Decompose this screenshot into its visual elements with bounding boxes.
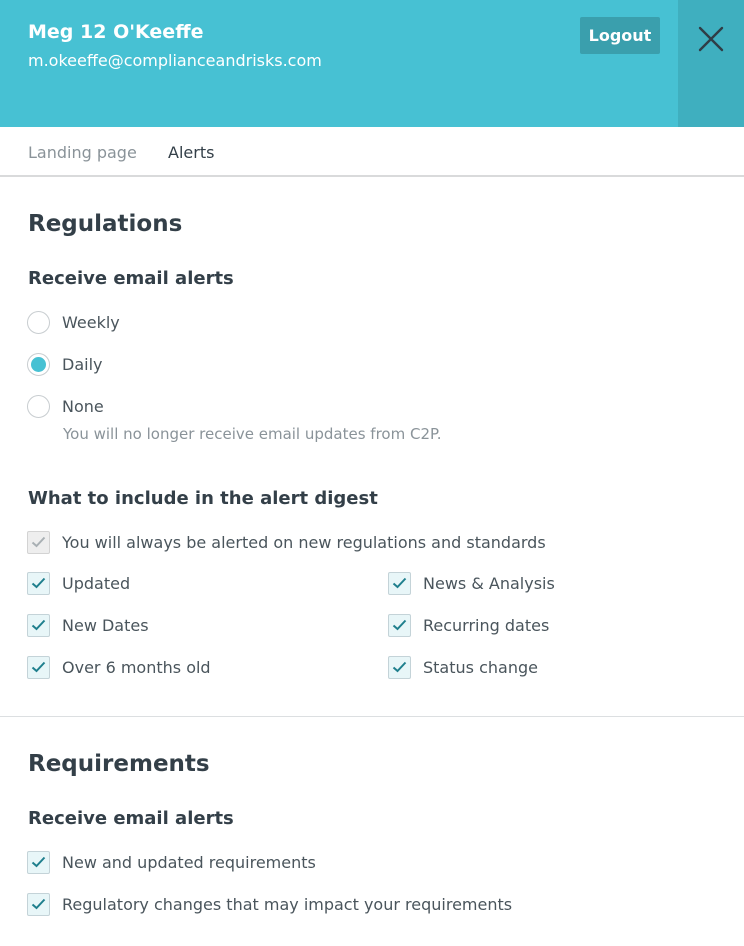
radio-daily-label: Daily bbox=[62, 354, 103, 374]
check-icon bbox=[392, 661, 407, 673]
checkbox-new-updated-requirements[interactable]: New and updated requirements bbox=[27, 850, 316, 874]
requirements-email-alerts-heading: Receive email alerts bbox=[28, 808, 234, 829]
checkbox-regulatory-changes-label: Regulatory changes that may impact your … bbox=[62, 894, 513, 914]
checkbox-updated-control[interactable] bbox=[27, 571, 50, 595]
checkbox-always-alerted-control bbox=[27, 530, 50, 554]
checkbox-over-6-months-label: Over 6 months old bbox=[62, 657, 211, 677]
radio-none-control[interactable] bbox=[27, 394, 50, 418]
checkbox-new-dates-label: New Dates bbox=[62, 615, 149, 635]
user-name: Meg 12 O'Keeffe bbox=[28, 21, 204, 43]
checkbox-status-change-label: Status change bbox=[423, 657, 538, 677]
checkbox-status-change[interactable]: Status change bbox=[388, 655, 538, 679]
check-icon bbox=[31, 536, 46, 548]
section-divider bbox=[0, 716, 744, 717]
radio-daily[interactable]: Daily bbox=[27, 352, 102, 376]
checkbox-over-6-months-control[interactable] bbox=[27, 655, 50, 679]
checkbox-new-dates-control[interactable] bbox=[27, 613, 50, 637]
tab-landing-page[interactable]: Landing page bbox=[28, 143, 137, 162]
checkbox-updated[interactable]: Updated bbox=[27, 571, 130, 595]
check-icon bbox=[31, 898, 46, 910]
check-icon bbox=[31, 577, 46, 589]
none-option-note: You will no longer receive email updates… bbox=[63, 425, 442, 443]
checkbox-always-alerted: You will always be alerted on new regula… bbox=[27, 530, 546, 554]
check-icon bbox=[392, 577, 407, 589]
checkbox-regulatory-changes[interactable]: Regulatory changes that may impact your … bbox=[27, 892, 512, 916]
checkbox-recurring-dates[interactable]: Recurring dates bbox=[388, 613, 549, 637]
checkbox-news-analysis[interactable]: News & Analysis bbox=[388, 571, 555, 595]
regulations-title: Regulations bbox=[28, 211, 183, 237]
regulations-email-alerts-heading: Receive email alerts bbox=[28, 268, 234, 289]
checkbox-new-updated-requirements-control[interactable] bbox=[27, 850, 50, 874]
checkbox-updated-label: Updated bbox=[62, 573, 131, 593]
tab-alerts[interactable]: Alerts bbox=[168, 143, 214, 162]
checkbox-news-analysis-label: News & Analysis bbox=[423, 573, 555, 593]
checkbox-status-change-control[interactable] bbox=[388, 655, 411, 679]
close-button[interactable] bbox=[678, 0, 744, 78]
radio-daily-control[interactable] bbox=[27, 352, 50, 376]
checkbox-recurring-dates-label: Recurring dates bbox=[423, 615, 550, 635]
radio-weekly-label: Weekly bbox=[62, 312, 120, 332]
account-header: Meg 12 O'Keeffe m.okeeffe@complianceandr… bbox=[0, 0, 744, 127]
radio-weekly[interactable]: Weekly bbox=[27, 310, 120, 334]
alert-digest-heading: What to include in the alert digest bbox=[28, 488, 378, 509]
logout-button[interactable]: Logout bbox=[580, 17, 660, 54]
radio-none[interactable]: None bbox=[27, 394, 104, 418]
radio-weekly-control[interactable] bbox=[27, 310, 50, 334]
check-icon bbox=[31, 661, 46, 673]
checkbox-over-6-months[interactable]: Over 6 months old bbox=[27, 655, 211, 679]
checkbox-news-analysis-control[interactable] bbox=[388, 571, 411, 595]
tab-bar: Landing page Alerts bbox=[0, 127, 744, 177]
checkbox-recurring-dates-control[interactable] bbox=[388, 613, 411, 637]
close-icon bbox=[698, 26, 724, 52]
check-icon bbox=[392, 619, 407, 631]
check-icon bbox=[31, 856, 46, 868]
radio-none-label: None bbox=[62, 396, 104, 416]
checkbox-always-alerted-label: You will always be alerted on new regula… bbox=[62, 532, 546, 552]
checkbox-new-dates[interactable]: New Dates bbox=[27, 613, 149, 637]
requirements-title: Requirements bbox=[28, 751, 210, 777]
user-email: m.okeeffe@complianceandrisks.com bbox=[28, 51, 322, 70]
check-icon bbox=[31, 619, 46, 631]
checkbox-regulatory-changes-control[interactable] bbox=[27, 892, 50, 916]
checkbox-new-updated-requirements-label: New and updated requirements bbox=[62, 852, 316, 872]
